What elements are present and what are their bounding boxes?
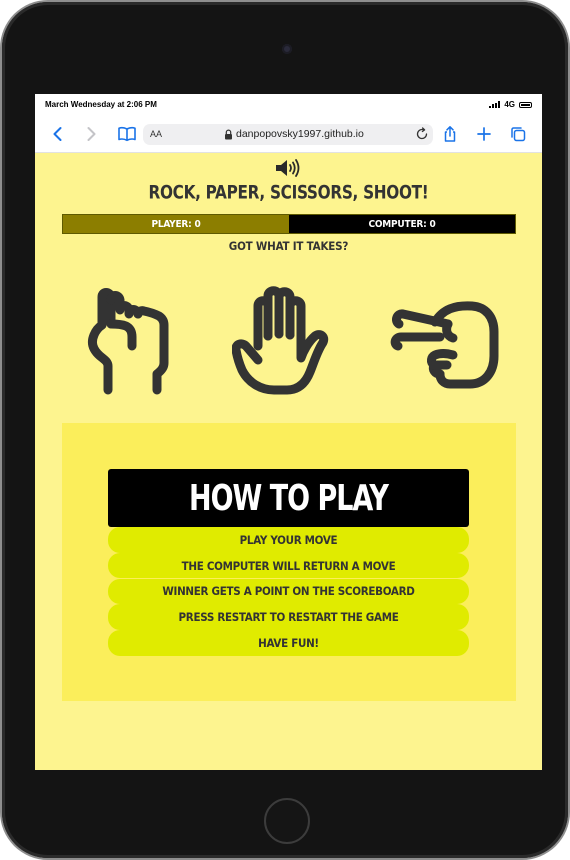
step-item: THE COMPUTER WILL RETURN A MOVE <box>108 552 469 579</box>
tablet-frame: March Wednesday at 2:06 PM 4G AA danpopo… <box>2 2 568 858</box>
step-item: PLAY YOUR MOVE <box>108 527 469 553</box>
game-page: ROCK, PAPER, SCISSORS, SHOOT! PLAYER: 0 … <box>35 153 542 770</box>
step-item: PRESS RESTART TO RESTART THE GAME <box>108 604 469 630</box>
new-tab-icon[interactable] <box>475 125 493 143</box>
paper-icon[interactable] <box>232 286 342 398</box>
url-text: danpopovsky1997.github.io <box>236 128 364 140</box>
player-score: PLAYER: 0 <box>63 215 289 233</box>
status-bar: March Wednesday at 2:06 PM 4G <box>35 94 542 116</box>
address-bar[interactable]: AA danpopovsky1997.github.io <box>143 124 433 145</box>
network-label: 4G <box>504 100 515 109</box>
game-title: ROCK, PAPER, SCISSORS, SHOOT! <box>148 182 429 204</box>
tabs-overview-icon[interactable] <box>509 125 527 143</box>
status-indicators: 4G <box>489 100 532 109</box>
scoreboard: PLAYER: 0 COMPUTER: 0 <box>62 214 516 234</box>
signal-icon <box>489 101 501 108</box>
front-camera <box>282 44 292 54</box>
forward-icon[interactable] <box>82 125 100 143</box>
reader-button[interactable]: AA <box>150 129 162 139</box>
status-time: March Wednesday at 2:06 PM <box>45 100 157 109</box>
rock-icon[interactable] <box>82 286 192 398</box>
bookmarks-icon[interactable] <box>117 125 137 143</box>
how-to-play-heading-text: HOW TO PLAY <box>189 477 389 519</box>
browser-toolbar: AA danpopovsky1997.github.io <box>35 116 542 153</box>
lock-icon <box>225 129 232 140</box>
computer-score: COMPUTER: 0 <box>289 215 515 233</box>
how-to-play-steps: PLAY YOUR MOVE THE COMPUTER WILL RETURN … <box>108 527 469 656</box>
step-item: WINNER GETS A POINT ON THE SCOREBOARD <box>108 578 469 605</box>
battery-icon <box>519 101 532 108</box>
scissors-icon[interactable] <box>390 286 500 398</box>
speaker-icon[interactable] <box>274 157 302 179</box>
step-item: HAVE FUN! <box>108 630 469 656</box>
how-to-play-heading: HOW TO PLAY <box>108 469 469 527</box>
tagline: GOT WHAT IT TAKES? <box>228 239 349 253</box>
share-icon[interactable] <box>441 125 459 143</box>
screen: March Wednesday at 2:06 PM 4G AA danpopo… <box>35 94 542 770</box>
reload-icon[interactable] <box>415 127 429 141</box>
home-button[interactable] <box>264 798 310 844</box>
back-icon[interactable] <box>49 125 67 143</box>
how-to-play-panel: HOW TO PLAY PLAY YOUR MOVE THE COMPUTER … <box>62 423 516 701</box>
